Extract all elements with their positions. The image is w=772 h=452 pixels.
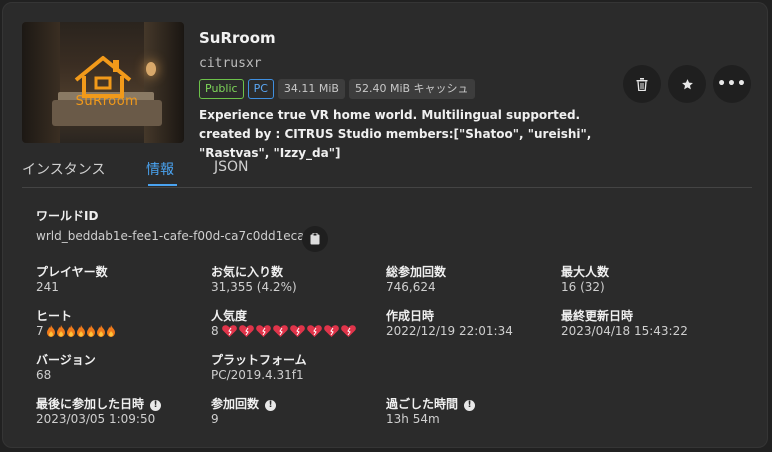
last-visit-label: 最後に参加した日時 <box>36 397 145 411</box>
flame-icon <box>106 325 115 337</box>
world-dialog: SuRroom SuRroom citrusxr Public PC 34.11… <box>2 2 768 448</box>
visit-count-label: 参加回数 <box>211 397 260 411</box>
capacity-value: 16 (32) <box>561 280 605 294</box>
more-icon: ••• <box>717 76 747 92</box>
clipboard-icon <box>310 233 320 245</box>
file-size-badge: 34.11 MiB <box>277 79 345 99</box>
heart-icon <box>306 325 322 337</box>
popularity-label: 人気度 <box>211 309 248 323</box>
more-options-button[interactable]: ••• <box>713 65 751 103</box>
popularity-icons <box>221 325 358 337</box>
time-spent-label-row: 過ごした時間! <box>386 395 476 412</box>
heat-value-row: 7 <box>36 324 116 338</box>
created-label: 作成日時 <box>386 309 435 323</box>
created-value: 2022/12/19 22:01:34 <box>386 324 513 338</box>
platform-badge: PC <box>247 79 274 99</box>
delete-button[interactable] <box>623 65 661 103</box>
favorite-button[interactable] <box>668 65 706 103</box>
version-value: 68 <box>36 368 52 382</box>
visit-count-value: 9 <box>211 412 219 426</box>
tab-json[interactable]: JSON <box>214 159 249 175</box>
heart-icon <box>255 325 271 337</box>
flame-icon <box>76 325 85 337</box>
active-tab-indicator <box>148 184 177 186</box>
flame-icon <box>86 325 95 337</box>
thumbnail-lamp <box>146 62 156 76</box>
world-author[interactable]: citrusxr <box>199 56 262 71</box>
platform-label: プラットフォーム <box>211 353 307 367</box>
time-spent-label: 過ごした時間 <box>386 397 459 411</box>
popularity-value: 8 <box>211 324 219 338</box>
favorites-value: 31,355 (4.2%) <box>211 280 297 294</box>
cache-size-badge: 52.40 MiB キャッシュ <box>348 79 475 99</box>
heart-icon <box>238 325 254 337</box>
world-id-label: ワールドID <box>36 209 99 223</box>
public-badge: Public <box>199 79 244 99</box>
heat-icons <box>46 325 116 337</box>
time-spent-value: 13h 54m <box>386 412 440 426</box>
heart-icon <box>289 325 305 337</box>
flame-icon <box>56 325 65 337</box>
visits-label: 総参加回数 <box>386 265 447 279</box>
trash-icon <box>636 77 648 91</box>
flame-icon <box>66 325 75 337</box>
tab-bar: インスタンス 情報 JSON <box>22 153 752 188</box>
heat-label: ヒート <box>36 309 73 323</box>
capacity-label: 最大人数 <box>561 265 610 279</box>
version-label: バージョン <box>36 353 96 367</box>
visit-count-label-row: 参加回数! <box>211 395 277 412</box>
heart-icon <box>221 325 237 337</box>
last-visit-label-row: 最後に参加した日時! <box>36 395 162 412</box>
tab-info[interactable]: 情報 <box>146 159 174 179</box>
favorites-label: お気に入り数 <box>211 265 284 279</box>
heart-icon <box>340 325 356 337</box>
players-label: プレイヤー数 <box>36 265 108 279</box>
flame-icon <box>96 325 105 337</box>
thumbnail-logo-text: SuRroom <box>75 94 139 109</box>
last-visit-value: 2023/03/05 1:09:50 <box>36 412 156 426</box>
info-icon[interactable]: ! <box>464 400 476 411</box>
heat-value: 7 <box>36 324 44 338</box>
world-thumbnail[interactable]: SuRroom <box>22 22 184 143</box>
info-icon[interactable]: ! <box>265 400 277 411</box>
star-icon <box>681 78 693 89</box>
updated-value: 2023/04/18 15:43:22 <box>561 324 688 338</box>
heart-icon <box>272 325 288 337</box>
heart-icon <box>323 325 339 337</box>
updated-label: 最終更新日時 <box>561 309 634 323</box>
flame-icon <box>46 325 55 337</box>
platform-value: PC/2019.4.31f1 <box>211 368 304 382</box>
world-id-value: wrld_beddab1e-fee1-cafe-f00d-ca7c0dd1eca… <box>36 229 313 243</box>
tab-instances[interactable]: インスタンス <box>22 159 105 179</box>
players-value: 241 <box>36 280 59 294</box>
info-icon[interactable]: ! <box>150 400 162 411</box>
world-title: SuRroom <box>199 29 276 47</box>
visits-value: 746,624 <box>386 280 436 294</box>
badge-row: Public PC 34.11 MiB 52.40 MiB キャッシュ <box>199 79 475 99</box>
popularity-value-row: 8 <box>211 324 358 338</box>
copy-world-id-button[interactable] <box>302 226 328 252</box>
